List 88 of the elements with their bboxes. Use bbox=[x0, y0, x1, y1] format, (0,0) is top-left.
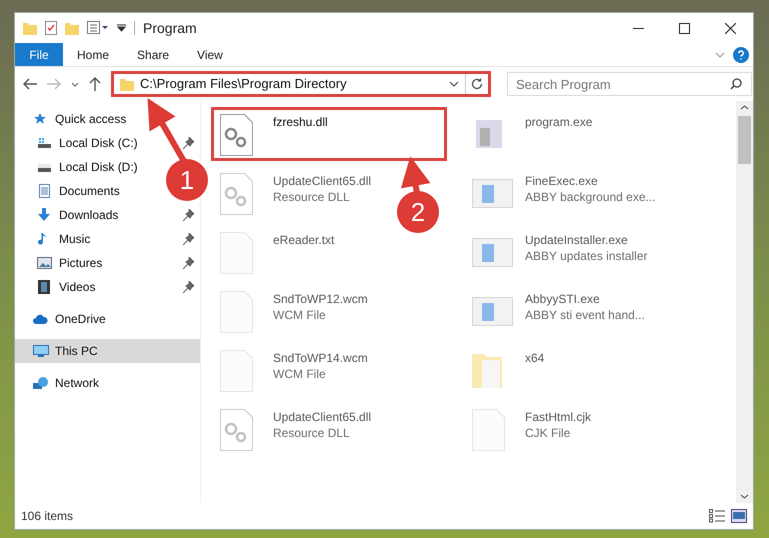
item-count: 106 items bbox=[21, 508, 74, 525]
scroll-down-icon[interactable] bbox=[740, 494, 749, 499]
back-icon[interactable] bbox=[23, 78, 37, 90]
help-icon[interactable] bbox=[733, 46, 749, 62]
close-icon bbox=[724, 22, 736, 34]
file-name: AbbyySTI.exe bbox=[525, 291, 601, 307]
downloads-icon bbox=[37, 208, 53, 222]
file-name: fzreshu.dll bbox=[273, 114, 328, 130]
nav-item[interactable]: OneDrive bbox=[15, 307, 112, 331]
pin-icon[interactable] bbox=[182, 137, 194, 149]
large-icons-view-icon[interactable] bbox=[731, 509, 747, 523]
ribbon-tab[interactable]: Share bbox=[123, 43, 184, 66]
file-item[interactable]: fzreshu.dll bbox=[211, 107, 447, 161]
customize-icon[interactable] bbox=[87, 21, 109, 35]
file-name: FastHtml.cjk bbox=[525, 409, 591, 425]
search-field[interactable]: Search Program bbox=[507, 72, 752, 96]
pin-icon[interactable] bbox=[182, 281, 194, 293]
file-name: program.exe bbox=[525, 114, 592, 130]
file-item[interactable]: eReader.txt bbox=[211, 225, 342, 279]
address-path: C:\Program Files\Program Directory bbox=[140, 75, 347, 94]
file-item[interactable]: x64 bbox=[463, 343, 552, 397]
pin-icon[interactable] bbox=[182, 209, 194, 221]
nav-item[interactable]: Local Disk (C:) bbox=[15, 131, 200, 155]
toolbar-caret-icon[interactable] bbox=[117, 24, 126, 32]
file-item[interactable]: FineExec.exe ABBY background exe... bbox=[463, 166, 663, 220]
file-item[interactable]: UpdateClient65.dll Resource DLL bbox=[211, 402, 378, 456]
step-number: 1 bbox=[166, 159, 208, 201]
file-name: FineExec.exe bbox=[525, 173, 599, 189]
address-bar[interactable]: C:\Program Files\Program Directory bbox=[111, 71, 491, 97]
file-name: SndToWP12.wcm bbox=[273, 291, 368, 307]
nav-item[interactable]: Network bbox=[15, 371, 106, 395]
file-item[interactable]: program.exe bbox=[463, 107, 600, 161]
folder-icon bbox=[120, 77, 134, 91]
nav-item[interactable]: Videos bbox=[15, 275, 200, 299]
file-type: ABBY updates installer bbox=[525, 248, 648, 264]
file-item[interactable]: FastHtml.cjk CJK File bbox=[463, 402, 598, 456]
ribbon-tab[interactable]: Home bbox=[63, 43, 124, 66]
videos-icon bbox=[37, 280, 53, 294]
file-item[interactable]: AbbyySTI.exe ABBY sti event hand... bbox=[463, 284, 652, 338]
properties-icon[interactable] bbox=[45, 21, 57, 35]
file-name: UpdateClient65.dll bbox=[273, 409, 372, 425]
scrollbar[interactable] bbox=[736, 101, 753, 503]
file-type: ABBY sti event hand... bbox=[525, 307, 645, 323]
file-name: SndToWP14.wcm bbox=[273, 350, 368, 366]
step-number: 2 bbox=[397, 191, 439, 233]
window-title: Program bbox=[143, 18, 197, 38]
file-item[interactable]: UpdateInstaller.exe ABBY updates installer bbox=[463, 225, 655, 279]
file-type: Resource DLL bbox=[273, 425, 351, 441]
file-item[interactable]: SndToWP12.wcm WCM File bbox=[211, 284, 375, 338]
pc-icon bbox=[33, 344, 49, 358]
file-type: WCM File bbox=[273, 366, 327, 382]
nav-item[interactable]: Quick access bbox=[15, 107, 132, 131]
file-name: UpdateInstaller.exe bbox=[525, 232, 629, 248]
file-item[interactable]: UpdateClient65.dll Resource DLL bbox=[211, 166, 378, 220]
search-icon bbox=[730, 78, 742, 90]
up-icon[interactable] bbox=[89, 77, 101, 91]
pin-icon[interactable] bbox=[182, 257, 194, 269]
history-caret-icon[interactable] bbox=[71, 82, 79, 86]
nav-item[interactable]: Documents bbox=[15, 179, 126, 203]
file-name: UpdateClient65.dll bbox=[273, 173, 372, 189]
nav-item[interactable]: Pictures bbox=[15, 251, 200, 275]
ribbon-tab[interactable]: File bbox=[15, 43, 63, 66]
nav-item[interactable]: Local Disk (D:) bbox=[15, 155, 144, 179]
nav-item[interactable]: Music bbox=[15, 227, 200, 251]
documents-icon bbox=[37, 184, 53, 198]
file-type: Resource DLL bbox=[273, 189, 351, 205]
expand-ribbon-icon[interactable] bbox=[715, 52, 725, 58]
nav-item[interactable]: Downloads bbox=[15, 203, 200, 227]
file-item[interactable]: SndToWP14.wcm WCM File bbox=[211, 343, 375, 397]
file-type: WCM File bbox=[273, 307, 327, 323]
file-type: CJK File bbox=[525, 425, 572, 441]
callout-arrow bbox=[400, 156, 430, 194]
scroll-up-icon[interactable] bbox=[740, 105, 749, 110]
details-view-icon[interactable] bbox=[709, 509, 725, 523]
drive-c-icon bbox=[37, 136, 53, 150]
dropdown-caret-icon[interactable] bbox=[449, 81, 459, 87]
file-type: ABBY background exe... bbox=[525, 189, 656, 205]
network-icon bbox=[33, 376, 49, 390]
cloud-icon bbox=[33, 312, 49, 326]
nav-item[interactable]: This PC bbox=[15, 339, 200, 363]
pictures-icon bbox=[37, 256, 53, 270]
pin-icon[interactable] bbox=[182, 233, 194, 245]
file-name: x64 bbox=[525, 350, 544, 366]
refresh-icon[interactable] bbox=[471, 78, 483, 90]
maximize-icon bbox=[678, 22, 690, 34]
ribbon-tab[interactable]: View bbox=[183, 43, 237, 66]
scroll-thumb[interactable] bbox=[738, 116, 751, 164]
file-name: eReader.txt bbox=[273, 232, 334, 248]
